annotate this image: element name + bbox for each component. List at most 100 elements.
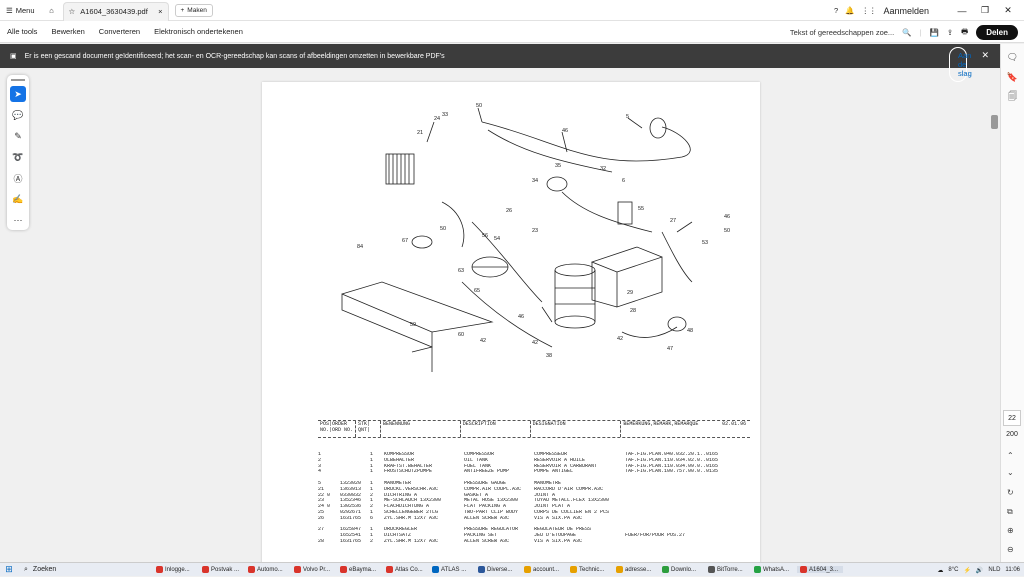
- select-cursor-icon[interactable]: ➤: [10, 86, 26, 102]
- clock[interactable]: 11:06: [1005, 567, 1020, 573]
- weather-temp[interactable]: 8°C: [948, 567, 958, 573]
- tool-search-input[interactable]: Tekst of gereedschappen zoe...: [790, 28, 894, 37]
- new-tab-button[interactable]: + Maken: [174, 3, 213, 17]
- app-icon: [248, 566, 255, 573]
- svg-text:21: 21: [417, 130, 423, 136]
- taskbar-search[interactable]: ⌕ Zoeken: [18, 566, 153, 574]
- banner-close-icon[interactable]: ✕: [981, 50, 989, 61]
- taskbar-app[interactable]: Diverse...: [475, 566, 521, 573]
- comment-icon[interactable]: 💬: [10, 107, 26, 123]
- apps-grid-icon[interactable]: ⋮⋮: [861, 6, 876, 15]
- star-icon[interactable]: ☆: [69, 7, 76, 16]
- svg-text:46: 46: [724, 214, 730, 220]
- svg-text:53: 53: [702, 240, 708, 246]
- svg-text:6: 6: [622, 178, 625, 184]
- taskbar-app[interactable]: Technic...: [567, 566, 613, 573]
- search-icon: ⌕: [24, 565, 28, 573]
- right-sidebar: 🗨 🔖 🗐: [1000, 44, 1024, 564]
- menu-edit[interactable]: Bewerken: [44, 27, 91, 36]
- refresh-icon[interactable]: ↻: [1007, 488, 1014, 497]
- tab-title: A1604_3630439.pdf: [80, 7, 148, 16]
- taskbar-app[interactable]: BitTorre...: [705, 566, 751, 573]
- bookmark-icon[interactable]: 🔖: [1006, 70, 1020, 84]
- pages-icon[interactable]: 🗐: [1006, 90, 1020, 104]
- menu-sign[interactable]: Elektronisch ondertekenen: [147, 27, 250, 36]
- main-toolbar: Alle tools Bewerken Converteren Elektron…: [0, 21, 1024, 43]
- zoom-out-icon[interactable]: ⊖: [1007, 545, 1014, 554]
- scan-icon: ▣: [10, 53, 17, 60]
- svg-text:47: 47: [667, 346, 673, 352]
- vertical-scrollbar[interactable]: [990, 68, 999, 564]
- taskbar-app[interactable]: Volvo Pr...: [291, 566, 337, 573]
- save-icon[interactable]: 💾: [929, 28, 938, 37]
- page-number-input[interactable]: 22: [1003, 410, 1021, 426]
- taskbar-app[interactable]: Postvak ...: [199, 566, 245, 573]
- notification-icon[interactable]: 🔔: [845, 6, 854, 15]
- sign-icon[interactable]: ✍: [10, 191, 26, 207]
- col-remark: BEMERKUNG,REMARK,REMARQUE: [620, 421, 720, 437]
- taskbar-app[interactable]: Atlas Co...: [383, 566, 429, 573]
- taskbar-app[interactable]: A1604_3...: [797, 566, 843, 573]
- menu-label: Menu: [15, 5, 35, 15]
- taskbar-app[interactable]: Automo...: [245, 566, 291, 573]
- pencil-icon[interactable]: ✎: [10, 128, 26, 144]
- menu-button[interactable]: ☰ Menu: [0, 0, 41, 20]
- app-label: Automo...: [257, 566, 283, 573]
- comments-panel-icon[interactable]: 🗨: [1006, 50, 1020, 64]
- table-cell: [625, 539, 750, 545]
- svg-text:50: 50: [724, 228, 730, 234]
- weather-icon[interactable]: ☁: [937, 567, 943, 574]
- signin-button[interactable]: Aanmelden: [883, 6, 929, 16]
- table-body: 1 1 KOMPRESSOR COMPRESSOR COMPRESSEUR TAF.FIG…: [318, 452, 750, 545]
- chevron-up-icon[interactable]: ⌃: [1007, 451, 1014, 460]
- svg-text:28: 28: [630, 308, 636, 314]
- close-window-icon[interactable]: ✕: [1000, 5, 1016, 16]
- maximize-icon[interactable]: ❐: [977, 5, 993, 16]
- svg-text:46: 46: [518, 314, 524, 320]
- windows-start-icon[interactable]: ⊞: [0, 564, 18, 575]
- volume-icon[interactable]: 🔊: [976, 567, 983, 574]
- svg-text:63: 63: [458, 268, 464, 274]
- svg-text:42: 42: [617, 336, 623, 342]
- help-icon[interactable]: ?: [834, 6, 838, 15]
- taskbar-app[interactable]: eBayma...: [337, 566, 383, 573]
- more-tools-icon[interactable]: ⋯: [10, 212, 26, 228]
- scrollbar-thumb[interactable]: [991, 115, 998, 129]
- upload-icon[interactable]: ⇪: [947, 28, 953, 37]
- language-indicator[interactable]: NLD: [988, 567, 1000, 573]
- lasso-icon[interactable]: ➰: [10, 149, 26, 165]
- taskbar-app[interactable]: Downlo...: [659, 566, 705, 573]
- chevron-down-icon[interactable]: ⌄: [1007, 468, 1014, 477]
- app-icon: [294, 566, 301, 573]
- table-cell: 1631765: [340, 538, 362, 544]
- taskbar-app[interactable]: adresse...: [613, 566, 659, 573]
- taskbar-app[interactable]: account...: [521, 566, 567, 573]
- taskbar-app[interactable]: ATLAS ...: [429, 566, 475, 573]
- banner-start-button[interactable]: Aan de slag: [949, 47, 972, 82]
- table-header: POS|ORDER NO.|ORD NO. STK| QNT| BENENNUN…: [318, 420, 750, 438]
- menu-all-tools[interactable]: Alle tools: [0, 27, 44, 36]
- app-icon: [386, 566, 393, 573]
- app-label: Inlogge...: [165, 566, 190, 573]
- taskbar-app[interactable]: Inlogge...: [153, 566, 199, 573]
- system-tray: ☁ 8°C ⚡ 🔊 NLD 11:06: [937, 563, 1020, 577]
- print-icon[interactable]: 🖶: [961, 26, 968, 39]
- pdf-page: 50 46 5 24 33 21 35 34 32 6 55 27 46 50 53 26 23 56 …: [262, 82, 760, 564]
- svg-text:38: 38: [546, 353, 552, 359]
- svg-text:23: 23: [532, 228, 538, 234]
- close-tab-icon[interactable]: ×: [158, 7, 162, 16]
- text-select-icon[interactable]: Ⓐ: [10, 170, 26, 186]
- home-icon[interactable]: ⌂: [41, 0, 63, 20]
- app-icon: [340, 566, 347, 573]
- search-icon[interactable]: 🔍: [902, 28, 911, 37]
- copy-icon[interactable]: ⧉: [1007, 507, 1013, 517]
- svg-text:34: 34: [532, 178, 538, 184]
- menu-convert[interactable]: Converteren: [92, 27, 147, 36]
- taskbar-app[interactable]: WhatsA...: [751, 566, 797, 573]
- zoom-in-icon[interactable]: ⊕: [1007, 526, 1014, 535]
- drag-handle[interactable]: [11, 79, 25, 81]
- minimize-icon[interactable]: —: [954, 6, 970, 16]
- share-button[interactable]: Delen: [976, 24, 1018, 40]
- network-icon[interactable]: ⚡: [963, 567, 970, 574]
- document-tab[interactable]: ☆ A1604_3630439.pdf ×: [62, 1, 169, 21]
